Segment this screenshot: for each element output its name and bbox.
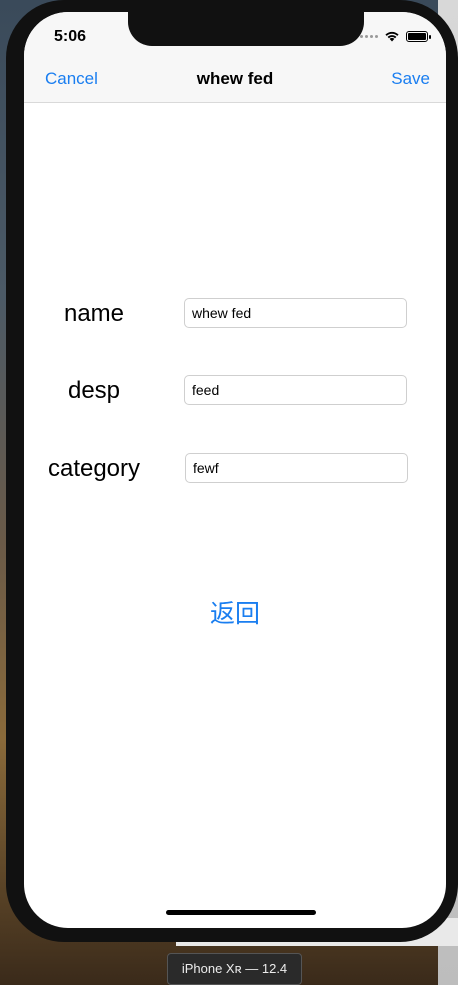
name-field[interactable]: whew fed	[184, 298, 407, 328]
wifi-icon	[385, 31, 399, 42]
category-field[interactable]: fewf	[185, 453, 408, 483]
home-indicator[interactable]	[166, 910, 316, 915]
save-button[interactable]: Save	[391, 69, 430, 89]
back-button[interactable]: 返回	[24, 594, 446, 630]
desp-label: desp	[67, 377, 121, 404]
phone-screen: 5:06 Cancel whew fed Save name whew fed …	[24, 12, 446, 928]
status-icons	[360, 30, 431, 42]
category-label: category	[47, 455, 141, 482]
nav-title: whew fed	[196, 69, 274, 88]
iphone-device-frame: 5:06 Cancel whew fed Save name whew fed …	[6, 0, 458, 942]
battery-icon	[406, 30, 431, 42]
name-label: name	[63, 300, 125, 327]
device-notch	[128, 12, 364, 46]
simulator-device-label: iPhone Xʀ — 12.4	[167, 953, 302, 985]
status-time: 5:06	[54, 28, 87, 45]
signal-dots-icon	[360, 34, 378, 38]
desp-field[interactable]: feed	[184, 375, 407, 405]
